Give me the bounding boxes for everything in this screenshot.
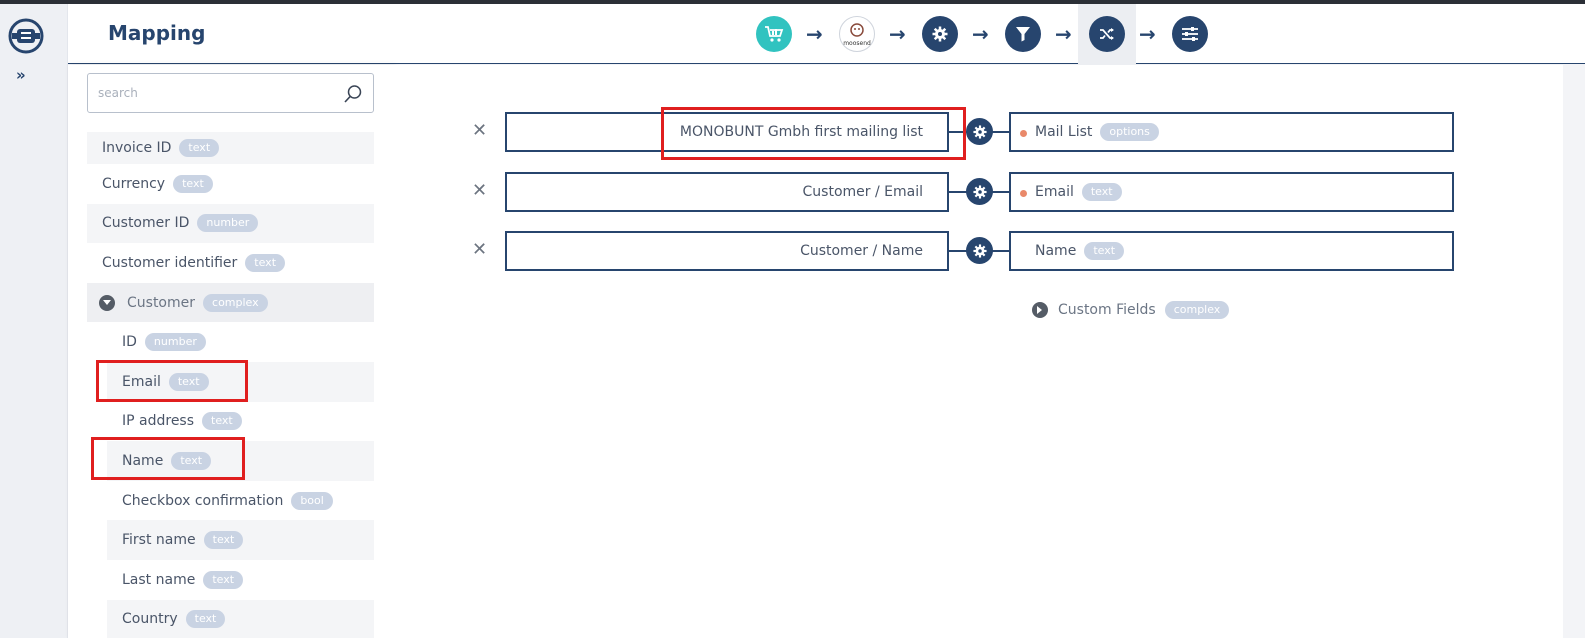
required-dot-icon	[1020, 130, 1027, 137]
mapping-target-field: Mail List options	[1009, 112, 1454, 152]
mapping-row: ✕ MONOBUNT Gmbh first mailing list Mail …	[394, 112, 1585, 152]
mapping-source-field[interactable]: Customer / Name	[505, 231, 949, 271]
field-list: Invoice ID text Currency text Customer ID n…	[87, 132, 374, 638]
type-badge: text	[185, 610, 226, 629]
type-badge: text	[171, 451, 212, 470]
list-item[interactable]: Country text	[107, 599, 374, 638]
mapping-gear-icon[interactable]	[966, 237, 993, 264]
list-item[interactable]: Currency text	[87, 164, 374, 204]
type-badge: text	[168, 372, 209, 391]
step-arrow-icon: →	[806, 22, 823, 46]
list-item[interactable]: ID number	[107, 322, 374, 362]
chevron-right-icon	[1032, 302, 1048, 318]
list-item[interactable]: Customer ID number	[87, 203, 374, 244]
type-badge: text	[1081, 183, 1122, 201]
type-badge: text	[202, 412, 242, 431]
step-settings-gear-icon[interactable]	[922, 16, 958, 52]
list-item[interactable]: Checkbox confirmation bool	[107, 481, 374, 521]
search-icon[interactable]	[343, 84, 363, 104]
list-item[interactable]: First name text	[107, 520, 374, 560]
type-badge: text	[245, 253, 286, 272]
step-arrow-icon: →	[889, 22, 906, 46]
mapping-gear-icon[interactable]	[966, 178, 993, 205]
mapping-canvas: ✕ MONOBUNT Gmbh first mailing list Mail …	[394, 65, 1585, 638]
type-badge: number	[197, 214, 259, 233]
type-badge: complex	[203, 293, 268, 312]
step-arrow-icon: →	[972, 22, 989, 46]
left-rail: »	[0, 4, 68, 638]
type-badge: number	[144, 333, 206, 352]
type-badge: text	[179, 139, 220, 157]
type-badge: text	[203, 531, 244, 550]
mapping-row: ✕ Customer / Email Email text	[394, 172, 1585, 212]
list-item[interactable]: IP address text	[107, 402, 374, 442]
mapping-target-field: Email text	[1009, 172, 1454, 212]
page-title: Mapping	[108, 21, 206, 45]
step-filter-icon[interactable]	[1005, 16, 1041, 52]
type-badge: options	[1100, 123, 1159, 141]
list-item[interactable]: Invoice ID text	[87, 132, 374, 164]
expand-rail-icon[interactable]: »	[16, 66, 26, 84]
list-item[interactable]: Email text	[107, 361, 374, 402]
type-badge: complex	[1164, 301, 1230, 319]
type-badge: text	[203, 570, 244, 589]
remove-mapping-icon[interactable]: ✕	[472, 120, 487, 141]
list-item-group-customer[interactable]: Customer complex	[87, 282, 374, 323]
list-item[interactable]: Customer identifier text	[87, 243, 374, 283]
mapping-row: ✕ Customer / Name Name text	[394, 231, 1585, 271]
mapping-source-field[interactable]: MONOBUNT Gmbh first mailing list	[505, 112, 949, 152]
step-arrow-icon: →	[1055, 22, 1072, 46]
type-badge: bool	[291, 491, 333, 510]
step-source-icon[interactable]	[756, 16, 792, 52]
source-fields-panel: Invoice IDtext Currencytext Customer IDn…	[68, 65, 394, 638]
mapping-gear-icon[interactable]	[966, 118, 993, 145]
required-dot-icon	[1020, 190, 1027, 197]
remove-mapping-icon[interactable]: ✕	[472, 239, 487, 260]
right-gutter	[1563, 65, 1585, 638]
type-badge: text	[173, 174, 213, 193]
svg-text:moosend: moosend	[843, 40, 871, 47]
step-moosend-icon[interactable]: moosend	[839, 16, 875, 52]
search-box	[87, 73, 374, 113]
app-logo-icon[interactable]	[8, 18, 44, 54]
page-header: Mapping → moosend → → → →	[68, 4, 1585, 65]
list-item[interactable]: Last name text	[107, 560, 374, 600]
list-item[interactable]: Name text	[107, 441, 374, 481]
remove-mapping-icon[interactable]: ✕	[472, 180, 487, 201]
step-shuffle-icon[interactable]	[1089, 16, 1125, 52]
step-arrow-icon: →	[1139, 22, 1156, 46]
mapping-target-field: Name text	[1009, 231, 1454, 271]
mapping-source-field[interactable]: Customer / Email	[505, 172, 949, 212]
chevron-down-icon[interactable]	[99, 294, 115, 311]
custom-fields-toggle[interactable]: Custom Fields complex	[1032, 301, 1230, 319]
type-badge: text	[1084, 242, 1125, 260]
step-sliders-icon[interactable]	[1172, 16, 1208, 52]
search-input[interactable]	[88, 74, 328, 112]
